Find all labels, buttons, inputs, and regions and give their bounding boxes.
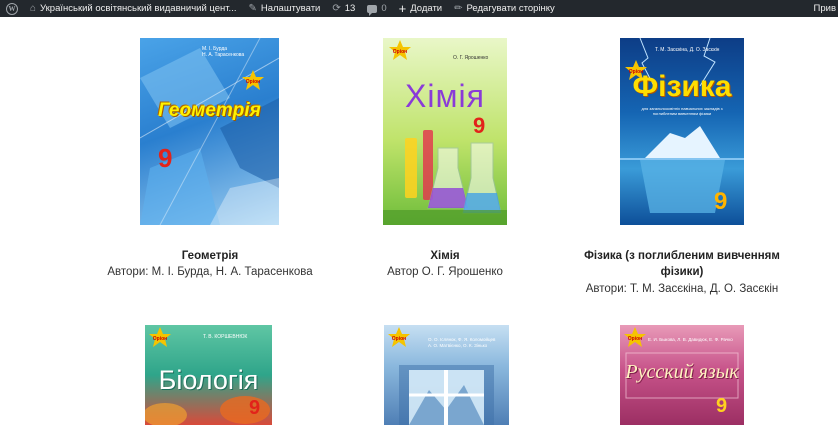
- updates-icon: ⟳: [332, 2, 341, 14]
- book-cover-geometry[interactable]: М. І. Бурда Н. А. Тарасенкова Оріон Геом…: [140, 38, 279, 225]
- cover-authors: О. О. Іслянок, Ф. Я. Коломойцев А. О. Ма…: [428, 337, 496, 348]
- home-icon: ⌂: [30, 2, 37, 14]
- book-authors-geometry: Автори: М. І. Бурда, Н. А. Тарасенкова: [107, 266, 313, 278]
- book-cover-5[interactable]: О. О. Іслянок, Ф. Я. Коломойцев А. О. Ма…: [384, 325, 509, 425]
- pencil-icon: ✏: [454, 2, 463, 14]
- book-authors-chemistry: Автор О. Г. Ярошенко: [387, 266, 503, 278]
- cover-authors: Т. М. Засєкіна, Д. О. Засєкін: [655, 47, 720, 53]
- site-name-label: Український освітянський видавничий цент…: [40, 3, 237, 14]
- plus-icon: +: [398, 0, 407, 16]
- wp-logo-menu[interactable]: W: [0, 0, 24, 17]
- orion-badge-icon: Оріон: [147, 327, 171, 347]
- svg-text:Оріон: Оріон: [153, 336, 167, 342]
- cover-authors: М. І. Бурда Н. А. Тарасенкова: [202, 46, 245, 58]
- book-title-physics[interactable]: Фізика (з поглибленим вивченням фізики): [552, 248, 812, 280]
- my-account-menu[interactable]: Прив: [804, 0, 838, 17]
- cover-title: Хімія: [405, 78, 485, 114]
- book-title-geometry[interactable]: Геометрія: [80, 248, 340, 264]
- cover-grade: 9: [714, 188, 728, 215]
- cover-title: Біологія: [158, 365, 259, 395]
- edit-page-label: Редагувати сторінку: [466, 3, 555, 14]
- book-title-line-1: Фізика (з поглибленим вивченням: [584, 250, 780, 262]
- site-name-menu[interactable]: ⌂ Український освітянський видавничий це…: [24, 0, 242, 17]
- add-new-menu[interactable]: + Додати: [393, 0, 449, 17]
- book-cover-russian[interactable]: Е. И. Быкова, Л. В. Давидюк, Е. Ф. Рачко…: [620, 325, 744, 425]
- svg-text:Оріон: Оріон: [393, 49, 407, 55]
- updates-count: 13: [344, 3, 356, 14]
- cover-grade: 9: [473, 113, 486, 138]
- book-title-line-2: фізики): [660, 266, 704, 278]
- orion-badge-icon: Оріон: [386, 327, 410, 347]
- comments-count: 0: [381, 3, 387, 14]
- cover-grade: 9: [158, 143, 173, 173]
- cover-authors: Е. И. Быкова, Л. В. Давидюк, Е. Ф. Рачко: [648, 337, 733, 342]
- cover-title: Русский язык: [625, 361, 739, 383]
- cover-grade: 9: [716, 395, 728, 417]
- comment-icon: [367, 4, 378, 16]
- wordpress-icon: W: [6, 2, 18, 15]
- svg-text:Оріон: Оріон: [392, 336, 406, 342]
- brush-icon: ✎: [248, 2, 257, 14]
- svg-text:Оріон: Оріон: [628, 336, 642, 342]
- orion-badge-icon: Оріон: [622, 327, 646, 347]
- add-new-label: Додати: [410, 3, 443, 14]
- flasks-icon: [383, 130, 507, 225]
- cover-title: Фізика: [632, 70, 732, 103]
- edit-page-menu[interactable]: ✏ Редагувати сторінку: [448, 0, 561, 17]
- book-cover-physics[interactable]: Т. М. Засєкіна, Д. О. Засєкін Оріон Фізи…: [620, 38, 744, 225]
- svg-text:Оріон: Оріон: [246, 79, 260, 85]
- customize-label: Налаштувати: [260, 3, 321, 14]
- geometry-shapes-icon: [140, 38, 279, 225]
- cover-title: Геометрія: [158, 100, 261, 121]
- customize-menu[interactable]: ✎ Налаштувати: [242, 0, 326, 17]
- book-authors-physics: Автори: Т. М. Засєкіна, Д. О. Засєкін: [585, 283, 779, 295]
- updates-menu[interactable]: ⟳ 13: [326, 0, 361, 17]
- cover-authors: Т. В. КОРШЕВНЮК: [203, 334, 248, 340]
- admin-bar: W ⌂ Український освітянський видавничий …: [0, 0, 838, 17]
- cover-authors: О. Г. Ярошенко: [453, 55, 489, 61]
- orion-badge-icon: Оріон: [387, 40, 411, 60]
- book-title-chemistry[interactable]: Хімія: [315, 248, 575, 264]
- cover-grade: 9: [249, 397, 261, 419]
- cover-subtitle: для загальноосвітніх навчальних закладів…: [641, 106, 723, 116]
- comments-menu[interactable]: 0: [361, 0, 392, 17]
- greeting-label: Прив: [813, 3, 836, 14]
- book-cover-chemistry[interactable]: О. Г. Ярошенко Оріон Хімія 9: [383, 38, 507, 225]
- book-cover-biology[interactable]: Т. В. КОРШЕВНЮК Оріон Біологія 9: [145, 325, 272, 425]
- orion-badge-icon: Оріон: [240, 70, 264, 90]
